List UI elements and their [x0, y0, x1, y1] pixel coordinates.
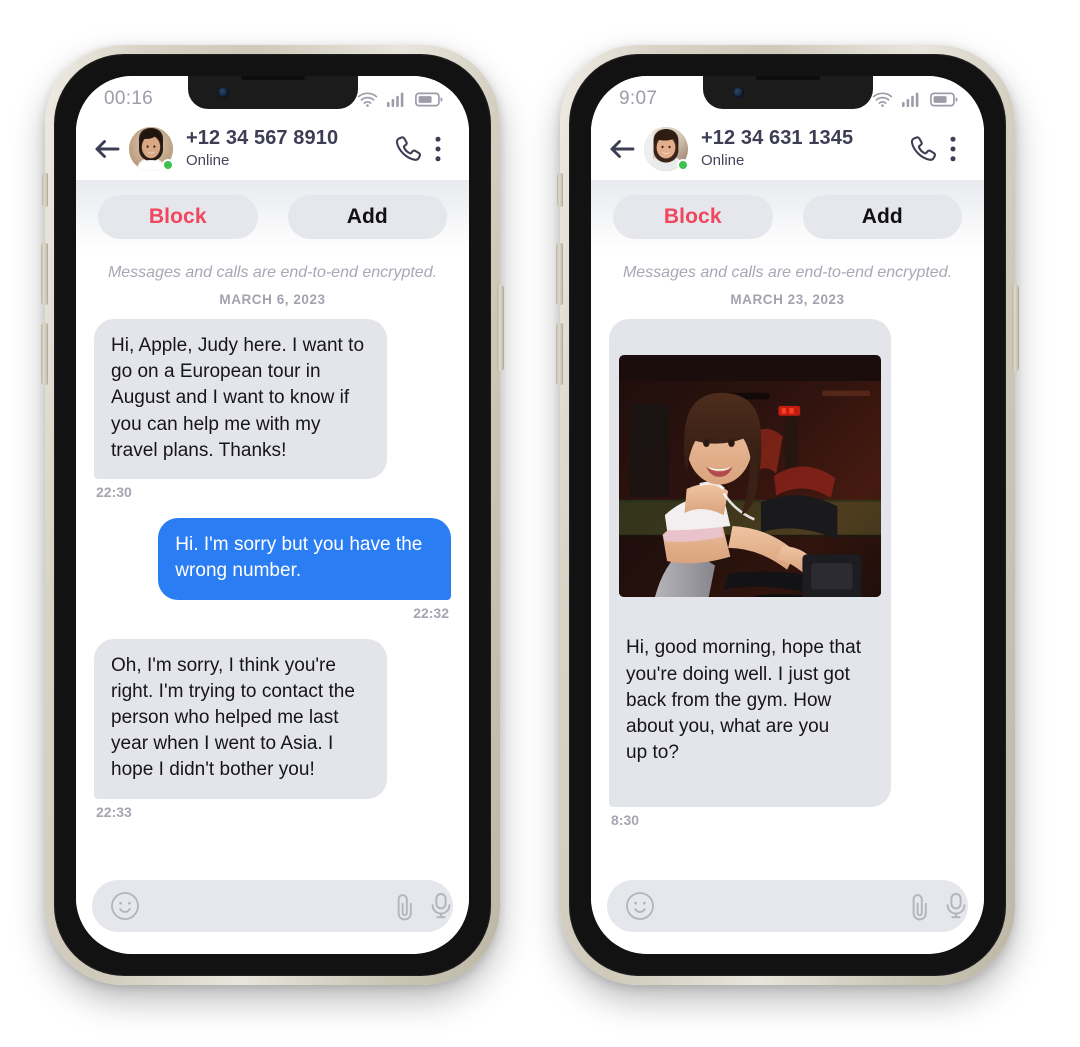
message-input-pill[interactable]	[607, 880, 968, 932]
paperclip-icon[interactable]	[907, 891, 933, 921]
power-button[interactable]	[1012, 285, 1019, 371]
paperclip-icon[interactable]	[392, 891, 418, 921]
message-timestamp: 22:30	[96, 484, 132, 501]
block-button-label: Block	[148, 205, 207, 228]
more-vertical-icon[interactable]	[942, 132, 964, 166]
message-bubble-incoming[interactable]: Hi, Apple, Judy here. I want to go on a …	[94, 319, 387, 480]
date-separator: MARCH 6, 2023	[219, 292, 326, 307]
message-media-caption: Hi, good morning, hope that you're doing…	[626, 637, 862, 764]
phone-call-icon[interactable]	[391, 132, 425, 166]
phone-screen-left: 00:16 +12 34 567 8910 Online Block Add M…	[76, 76, 469, 954]
wifi-icon	[357, 91, 378, 107]
message-list[interactable]: Messages and calls are end-to-end encryp…	[591, 251, 984, 872]
add-contact-button-label: Add	[346, 205, 388, 228]
chat-header: +12 34 631 1345 Online	[591, 118, 984, 180]
phone-bezel: 00:16 +12 34 567 8910 Online Block Add M…	[54, 54, 491, 976]
status-bar-clock: 9:07	[619, 88, 658, 109]
earpiece-speaker	[240, 76, 305, 80]
screenshot-canvas: 00:16 +12 34 567 8910 Online Block Add M…	[0, 0, 1080, 1047]
online-status-dot	[162, 159, 174, 171]
phone-device-left: 00:16 +12 34 567 8910 Online Block Add M…	[41, 45, 504, 985]
add-contact-button[interactable]: Add	[287, 195, 447, 239]
cellular-signal-icon	[902, 92, 921, 107]
block-button[interactable]: Block	[613, 195, 773, 239]
message-bubble-incoming-media[interactable]: Hi, good morning, hope that you're doing…	[609, 319, 892, 807]
add-contact-button-label: Add	[861, 205, 903, 228]
battery-icon	[930, 92, 958, 107]
phone-call-icon[interactable]	[906, 132, 940, 166]
contact-action-bar: Block Add	[76, 180, 469, 251]
microphone-icon[interactable]	[943, 891, 969, 921]
block-button[interactable]: Block	[98, 195, 258, 239]
contact-presence-status: Online	[186, 152, 230, 170]
chat-header-actions	[906, 132, 964, 166]
message-row: Hi, good morning, hope that you're doing…	[609, 319, 966, 842]
add-contact-button[interactable]: Add	[802, 195, 962, 239]
wifi-icon	[872, 91, 893, 107]
chat-header-texts: +12 34 631 1345 Online	[701, 127, 906, 171]
message-row: Hi, Apple, Judy here. I want to go on a …	[94, 319, 451, 514]
encryption-notice: Messages and calls are end-to-end encryp…	[107, 264, 438, 281]
mute-switch-button[interactable]	[557, 173, 563, 207]
message-input-pill[interactable]	[92, 880, 453, 932]
message-row: Oh, I'm sorry, I think you're right. I'm…	[94, 638, 451, 834]
message-list[interactable]: Messages and calls are end-to-end encryp…	[76, 251, 469, 872]
phone-device-right: 9:07 +12 34 631 1345 Online Block Add Me…	[556, 45, 1019, 985]
message-bubble-incoming[interactable]: Oh, I'm sorry, I think you're right. I'm…	[94, 638, 387, 799]
date-separator: MARCH 23, 2023	[730, 292, 845, 307]
earpiece-speaker	[755, 76, 820, 80]
contact-phone-number: +12 34 567 8910	[186, 127, 339, 150]
message-bubble-outgoing[interactable]: Hi. I'm sorry but you have the wrong num…	[158, 518, 451, 600]
notch	[187, 76, 358, 109]
contact-action-bar: Block Add	[591, 180, 984, 251]
cellular-signal-icon	[387, 92, 406, 107]
back-arrow-icon[interactable]	[607, 134, 637, 164]
avatar[interactable]	[644, 127, 689, 171]
front-camera-icon	[217, 87, 229, 98]
smiley-face-icon[interactable]	[110, 891, 140, 921]
chat-header: +12 34 567 8910 Online	[76, 118, 469, 180]
smiley-face-icon[interactable]	[625, 891, 655, 921]
contact-presence-status: Online	[701, 152, 745, 170]
online-status-dot	[677, 159, 689, 171]
gym-photo-attachment[interactable]	[619, 355, 882, 598]
phone-screen-right: 9:07 +12 34 631 1345 Online Block Add Me…	[591, 76, 984, 954]
message-timestamp: 8:30	[611, 811, 640, 828]
volume-down-button[interactable]	[41, 323, 48, 385]
encryption-notice: Messages and calls are end-to-end encryp…	[622, 264, 953, 281]
front-camera-icon	[732, 87, 744, 98]
battery-icon	[415, 92, 443, 107]
notch	[702, 76, 873, 109]
phone-bezel: 9:07 +12 34 631 1345 Online Block Add Me…	[569, 54, 1006, 976]
message-text-input[interactable]	[150, 895, 382, 917]
more-vertical-icon[interactable]	[427, 132, 449, 166]
message-timestamp: 22:32	[413, 604, 449, 621]
volume-up-button[interactable]	[556, 243, 563, 305]
status-bar-icons	[872, 88, 958, 107]
volume-up-button[interactable]	[41, 243, 48, 305]
microphone-icon[interactable]	[428, 891, 454, 921]
message-text-input[interactable]	[665, 895, 897, 917]
chat-header-actions	[391, 132, 449, 166]
back-arrow-icon[interactable]	[92, 134, 122, 164]
contact-phone-number: +12 34 631 1345	[701, 127, 854, 150]
message-row: Hi. I'm sorry but you have the wrong num…	[94, 518, 451, 634]
message-input-bar	[591, 872, 984, 954]
chat-header-texts: +12 34 567 8910 Online	[186, 127, 391, 171]
mute-switch-button[interactable]	[42, 173, 48, 207]
message-timestamp: 22:33	[96, 803, 132, 820]
status-bar-clock: 00:16	[104, 88, 154, 109]
avatar[interactable]	[129, 127, 174, 171]
volume-down-button[interactable]	[556, 323, 563, 385]
block-button-label: Block	[663, 205, 722, 228]
message-input-bar	[76, 872, 469, 954]
power-button[interactable]	[497, 285, 504, 371]
status-bar-icons	[357, 88, 443, 107]
